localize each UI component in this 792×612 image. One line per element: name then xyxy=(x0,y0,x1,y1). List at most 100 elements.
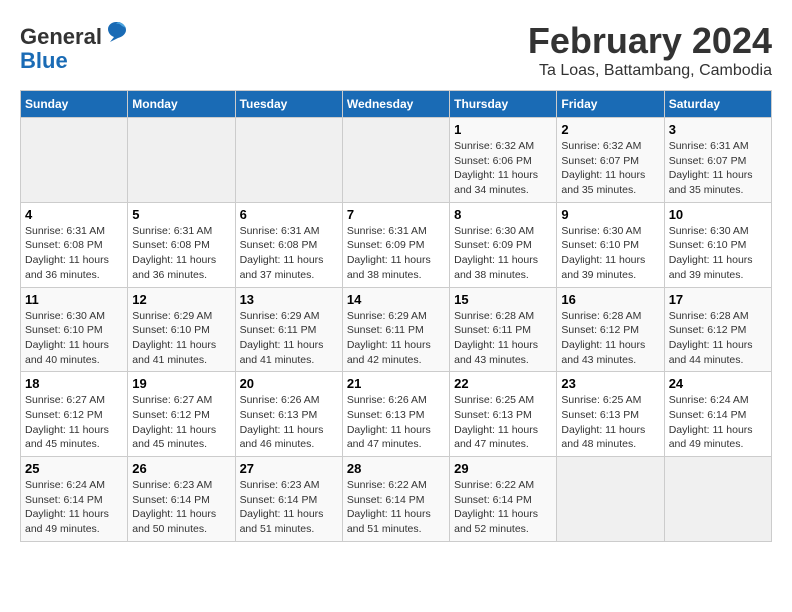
calendar-cell: 1 Sunrise: 6:32 AM Sunset: 6:06 PM Daylig… xyxy=(450,118,557,203)
calendar-cell: 24Sunrise: 6:24 AM Sunset: 6:14 PM Dayli… xyxy=(664,372,771,457)
weekday-header-row: SundayMondayTuesdayWednesdayThursdayFrid… xyxy=(21,91,772,118)
day-number: 19 xyxy=(132,376,230,391)
calendar-week-row: 11 Sunrise: 6:30 AM Sunset: 6:10 PM Dayli… xyxy=(21,287,772,372)
calendar-cell: 9 Sunrise: 6:30 AM Sunset: 6:10 PM Daylig… xyxy=(557,202,664,287)
day-info: Sunrise: 6:29 AM Sunset: 6:11 PM Dayligh… xyxy=(240,309,338,368)
calendar-cell: 5Sunrise: 6:31 AM Sunset: 6:08 PM Daylig… xyxy=(128,202,235,287)
calendar-cell: 26 Sunrise: 6:23 AM Sunset: 6:14 PM Dayli… xyxy=(128,457,235,542)
calendar-cell: 20Sunrise: 6:26 AM Sunset: 6:13 PM Dayli… xyxy=(235,372,342,457)
calendar-cell: 13 Sunrise: 6:29 AM Sunset: 6:11 PM Dayli… xyxy=(235,287,342,372)
day-number: 22 xyxy=(454,376,552,391)
calendar-week-row: 18 Sunrise: 6:27 AM Sunset: 6:12 PM Dayli… xyxy=(21,372,772,457)
day-number: 29 xyxy=(454,461,552,476)
weekday-header-monday: Monday xyxy=(128,91,235,118)
calendar-cell: 10 Sunrise: 6:30 AM Sunset: 6:10 PM Dayli… xyxy=(664,202,771,287)
weekday-header-wednesday: Wednesday xyxy=(342,91,449,118)
day-number: 14 xyxy=(347,292,445,307)
day-number: 11 xyxy=(25,292,123,307)
day-info: Sunrise: 6:26 AM Sunset: 6:13 PM Dayligh… xyxy=(347,393,445,452)
day-info: Sunrise: 6:23 AM Sunset: 6:14 PM Dayligh… xyxy=(132,478,230,537)
weekday-header-saturday: Saturday xyxy=(664,91,771,118)
page-header: General Blue February 2024 Ta Loas, Batt… xyxy=(20,20,772,80)
weekday-header-thursday: Thursday xyxy=(450,91,557,118)
calendar-cell: 12 Sunrise: 6:29 AM Sunset: 6:10 PM Dayli… xyxy=(128,287,235,372)
day-number: 17 xyxy=(669,292,767,307)
day-info: Sunrise: 6:28 AM Sunset: 6:12 PM Dayligh… xyxy=(669,309,767,368)
calendar-table: SundayMondayTuesdayWednesdayThursdayFrid… xyxy=(20,90,772,542)
calendar-cell xyxy=(342,118,449,203)
day-number: 4 xyxy=(25,207,123,222)
calendar-cell xyxy=(664,457,771,542)
day-info: Sunrise: 6:27 AM Sunset: 6:12 PM Dayligh… xyxy=(25,393,123,452)
calendar-cell xyxy=(128,118,235,203)
day-info: Sunrise: 6:28 AM Sunset: 6:12 PM Dayligh… xyxy=(561,309,659,368)
calendar-cell: 14 Sunrise: 6:29 AM Sunset: 6:11 PM Dayli… xyxy=(342,287,449,372)
day-number: 23 xyxy=(561,376,659,391)
day-number: 6 xyxy=(240,207,338,222)
day-info: Sunrise: 6:23 AM Sunset: 6:14 PM Dayligh… xyxy=(240,478,338,537)
weekday-header-friday: Friday xyxy=(557,91,664,118)
weekday-header-sunday: Sunday xyxy=(21,91,128,118)
calendar-cell: 27 Sunrise: 6:23 AM Sunset: 6:14 PM Dayli… xyxy=(235,457,342,542)
day-info: Sunrise: 6:32 AM Sunset: 6:06 PM Dayligh… xyxy=(454,139,552,198)
day-info: Sunrise: 6:30 AM Sunset: 6:10 PM Dayligh… xyxy=(561,224,659,283)
calendar-cell: 23 Sunrise: 6:25 AM Sunset: 6:13 PM Dayli… xyxy=(557,372,664,457)
day-number: 16 xyxy=(561,292,659,307)
day-number: 24 xyxy=(669,376,767,391)
day-info: Sunrise: 6:26 AM Sunset: 6:13 PM Dayligh… xyxy=(240,393,338,452)
day-number: 2 xyxy=(561,122,659,137)
day-info: Sunrise: 6:22 AM Sunset: 6:14 PM Dayligh… xyxy=(454,478,552,537)
calendar-week-row: 25 Sunrise: 6:24 AM Sunset: 6:14 PM Dayli… xyxy=(21,457,772,542)
calendar-week-row: 4 Sunrise: 6:31 AM Sunset: 6:08 PM Daylig… xyxy=(21,202,772,287)
day-info: Sunrise: 6:31 AM Sunset: 6:08 PM Dayligh… xyxy=(240,224,338,283)
day-number: 15 xyxy=(454,292,552,307)
day-number: 9 xyxy=(561,207,659,222)
day-info: Sunrise: 6:25 AM Sunset: 6:13 PM Dayligh… xyxy=(454,393,552,452)
calendar-cell: 15 Sunrise: 6:28 AM Sunset: 6:11 PM Dayli… xyxy=(450,287,557,372)
day-info: Sunrise: 6:27 AM Sunset: 6:12 PM Dayligh… xyxy=(132,393,230,452)
day-number: 13 xyxy=(240,292,338,307)
calendar-cell: 28 Sunrise: 6:22 AM Sunset: 6:14 PM Dayli… xyxy=(342,457,449,542)
day-info: Sunrise: 6:30 AM Sunset: 6:10 PM Dayligh… xyxy=(669,224,767,283)
day-info: Sunrise: 6:22 AM Sunset: 6:14 PM Dayligh… xyxy=(347,478,445,537)
day-number: 18 xyxy=(25,376,123,391)
day-info: Sunrise: 6:24 AM Sunset: 6:14 PM Dayligh… xyxy=(25,478,123,537)
calendar-cell: 6 Sunrise: 6:31 AM Sunset: 6:08 PM Daylig… xyxy=(235,202,342,287)
day-number: 7 xyxy=(347,207,445,222)
calendar-cell: 4Sunrise: 6:31 AM Sunset: 6:08 PM Daylig… xyxy=(21,202,128,287)
day-number: 1 xyxy=(454,122,552,137)
day-info: Sunrise: 6:29 AM Sunset: 6:11 PM Dayligh… xyxy=(347,309,445,368)
day-number: 26 xyxy=(132,461,230,476)
calendar-cell: 17 Sunrise: 6:28 AM Sunset: 6:12 PM Dayli… xyxy=(664,287,771,372)
day-number: 25 xyxy=(25,461,123,476)
calendar-cell: 3 Sunrise: 6:31 AM Sunset: 6:07 PM Daylig… xyxy=(664,118,771,203)
weekday-header-tuesday: Tuesday xyxy=(235,91,342,118)
calendar-cell: 22 Sunrise: 6:25 AM Sunset: 6:13 PM Dayli… xyxy=(450,372,557,457)
day-number: 10 xyxy=(669,207,767,222)
day-info: Sunrise: 6:30 AM Sunset: 6:09 PM Dayligh… xyxy=(454,224,552,283)
day-number: 28 xyxy=(347,461,445,476)
day-number: 12 xyxy=(132,292,230,307)
day-info: Sunrise: 6:29 AM Sunset: 6:10 PM Dayligh… xyxy=(132,309,230,368)
day-info: Sunrise: 6:32 AM Sunset: 6:07 PM Dayligh… xyxy=(561,139,659,198)
calendar-cell xyxy=(235,118,342,203)
title-block: February 2024 Ta Loas, Battambang, Cambo… xyxy=(528,20,772,80)
calendar-week-row: 1 Sunrise: 6:32 AM Sunset: 6:06 PM Daylig… xyxy=(21,118,772,203)
day-number: 8 xyxy=(454,207,552,222)
logo-blue-text: Blue xyxy=(20,48,68,73)
calendar-cell: 21Sunrise: 6:26 AM Sunset: 6:13 PM Dayli… xyxy=(342,372,449,457)
logo: General Blue xyxy=(20,20,128,73)
location-subtitle: Ta Loas, Battambang, Cambodia xyxy=(528,62,772,80)
calendar-cell xyxy=(21,118,128,203)
day-number: 27 xyxy=(240,461,338,476)
logo-bird-icon xyxy=(104,20,128,44)
calendar-cell: 25 Sunrise: 6:24 AM Sunset: 6:14 PM Dayli… xyxy=(21,457,128,542)
day-info: Sunrise: 6:31 AM Sunset: 6:07 PM Dayligh… xyxy=(669,139,767,198)
day-number: 3 xyxy=(669,122,767,137)
calendar-cell: 11 Sunrise: 6:30 AM Sunset: 6:10 PM Dayli… xyxy=(21,287,128,372)
day-info: Sunrise: 6:30 AM Sunset: 6:10 PM Dayligh… xyxy=(25,309,123,368)
day-info: Sunrise: 6:28 AM Sunset: 6:11 PM Dayligh… xyxy=(454,309,552,368)
calendar-cell: 16 Sunrise: 6:28 AM Sunset: 6:12 PM Dayli… xyxy=(557,287,664,372)
calendar-cell: 2 Sunrise: 6:32 AM Sunset: 6:07 PM Daylig… xyxy=(557,118,664,203)
day-info: Sunrise: 6:25 AM Sunset: 6:13 PM Dayligh… xyxy=(561,393,659,452)
